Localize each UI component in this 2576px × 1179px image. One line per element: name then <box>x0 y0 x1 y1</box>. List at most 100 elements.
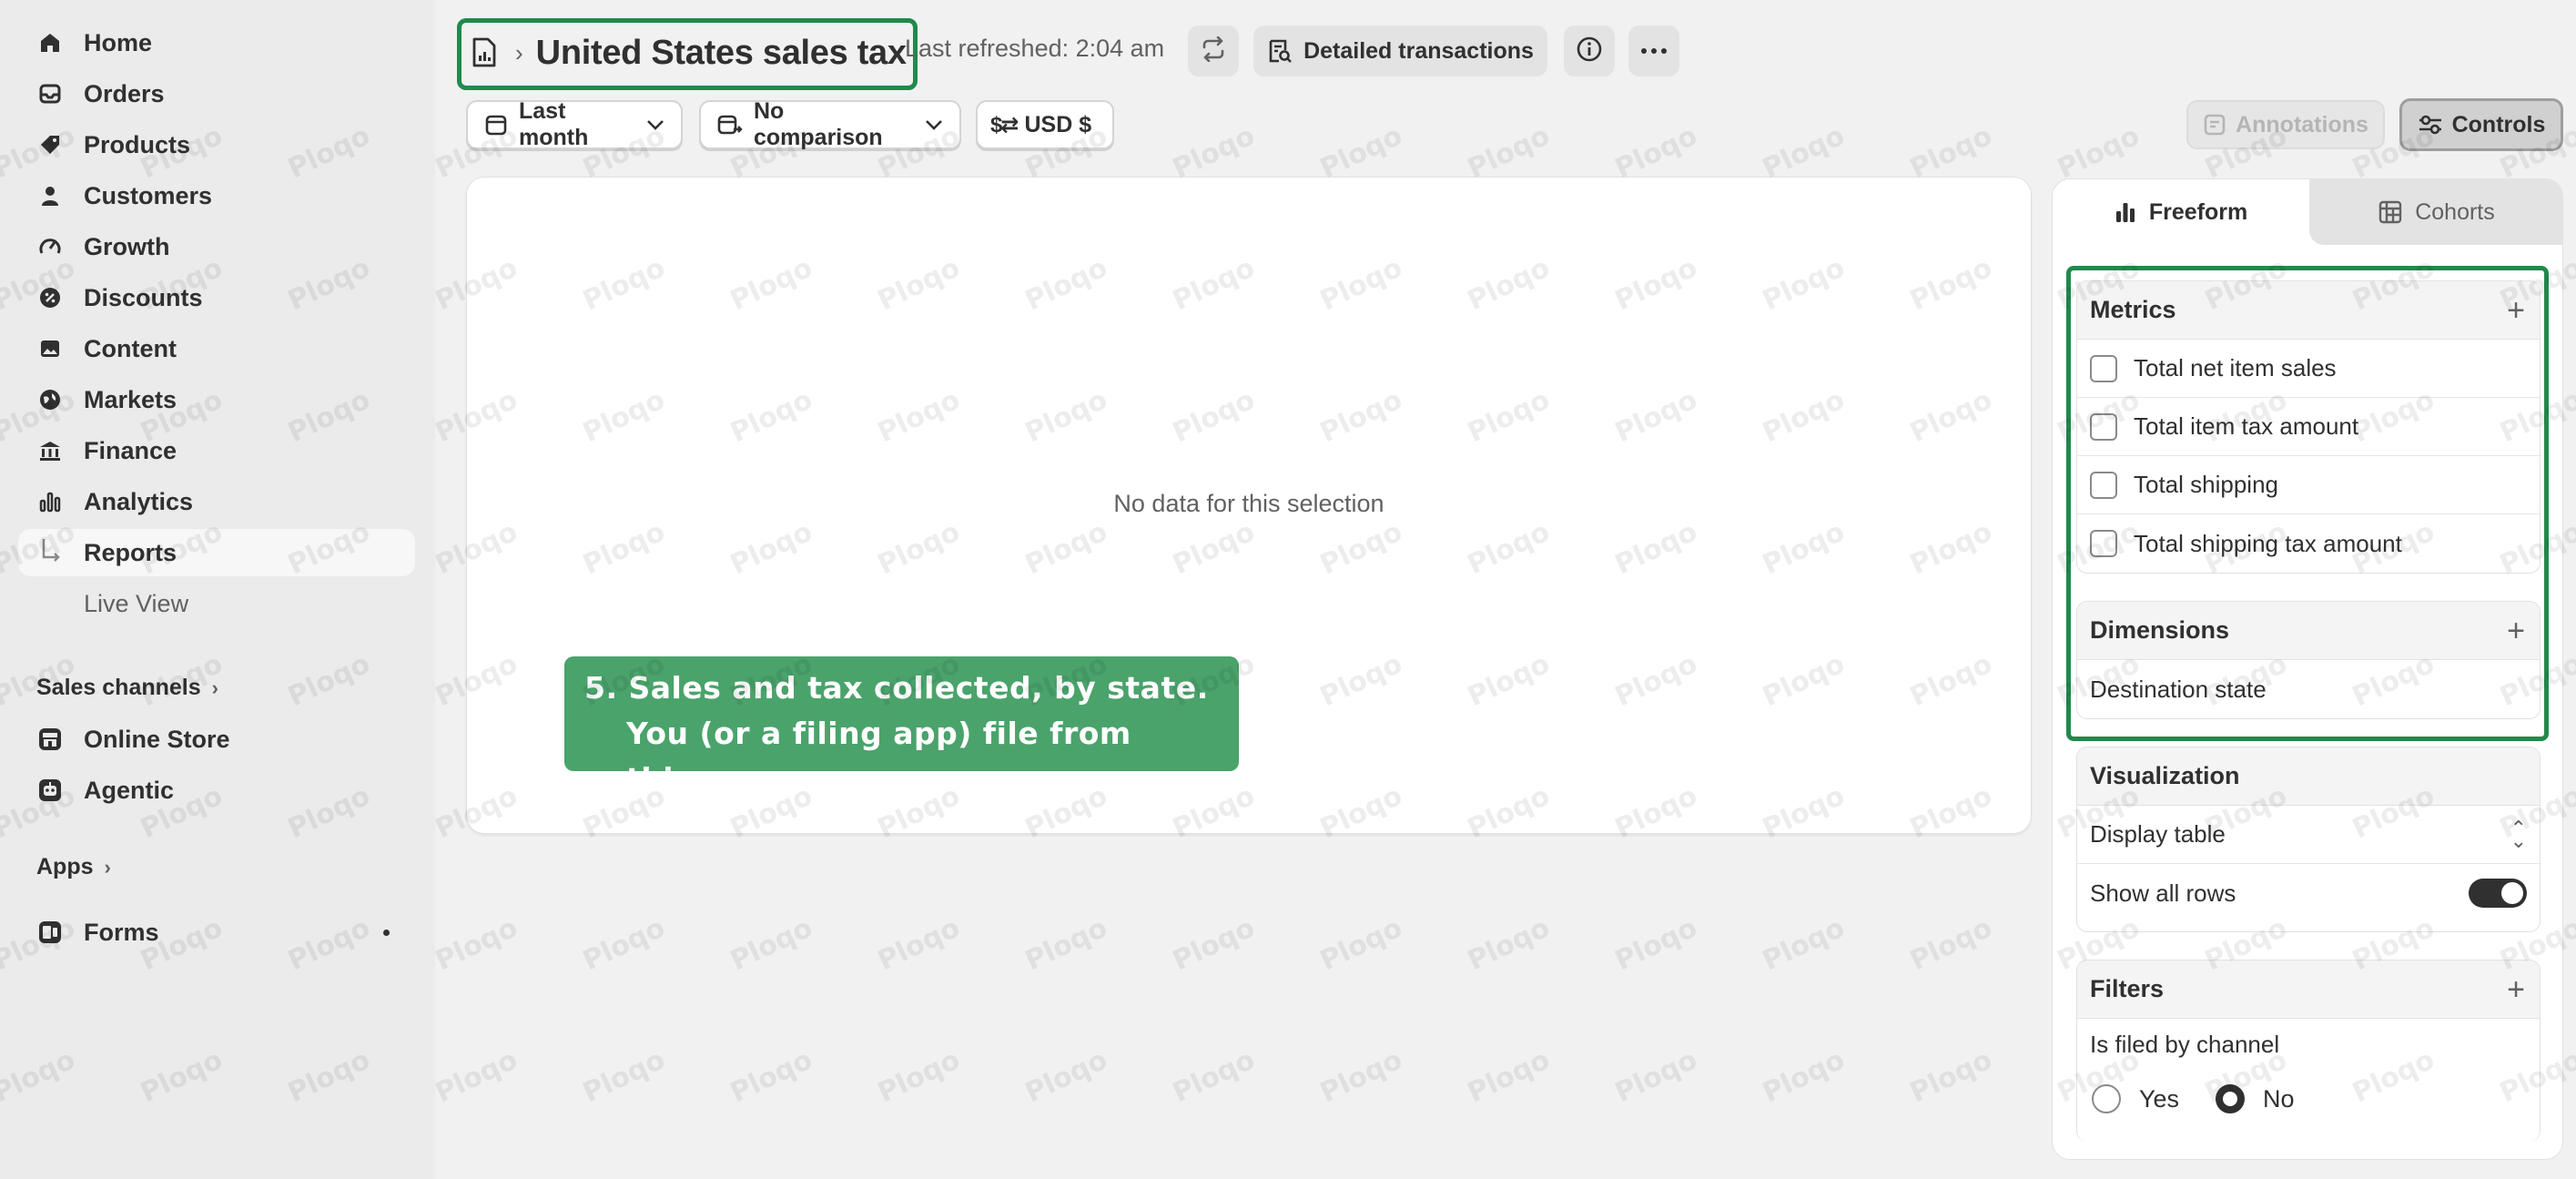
detailed-transactions-button[interactable]: Detailed transactions <box>1253 25 1547 76</box>
visualization-title: Visualization <box>2090 762 2240 789</box>
image-icon <box>36 335 64 362</box>
bar-chart-icon <box>2115 201 2136 223</box>
sidebar-item-growth[interactable]: Growth <box>18 223 415 270</box>
sidebar-item-reports[interactable]: Reports <box>18 529 415 576</box>
show-all-rows-toggle[interactable] <box>2469 879 2527 908</box>
sidebar-item-label: Analytics <box>84 487 194 515</box>
sidebar-item-label: Online Store <box>84 725 230 753</box>
sidebar-item-label: Markets <box>84 385 177 413</box>
sidebar-item-markets[interactable]: Markets <box>18 376 415 423</box>
sliders-icon <box>2418 114 2443 136</box>
sales-channels-header[interactable]: Sales channels › <box>36 675 218 701</box>
chevron-right-icon: › <box>211 676 218 699</box>
sidebar-item-label: Live View <box>84 589 189 617</box>
chevron-right-icon: › <box>104 855 111 879</box>
sidebar-item-label: Agentic <box>84 776 175 804</box>
add-filter-button[interactable]: + <box>2507 974 2525 1005</box>
metrics-section: Metrics + Total net item sales Total ite… <box>2076 280 2541 574</box>
ellipsis-icon <box>1640 43 1668 59</box>
sidebar-item-discounts[interactable]: Discounts <box>18 274 415 321</box>
tag-icon <box>36 131 64 158</box>
robot-icon <box>36 777 64 804</box>
sub-arrow-icon <box>36 539 64 566</box>
sidebar-item-label: Discounts <box>84 283 203 311</box>
sidebar-item-label: Orders <box>84 79 165 107</box>
more-actions-button[interactable] <box>1628 25 1679 76</box>
metric-checkbox[interactable] <box>2090 471 2117 499</box>
sidebar-item-label: Products <box>84 130 191 158</box>
currency-picker[interactable]: $⇄ USD $ <box>976 100 1114 149</box>
dimension-item[interactable]: Destination state <box>2077 660 2540 718</box>
store-icon <box>36 726 64 753</box>
calendar-compare-icon <box>717 113 743 137</box>
sidebar: Home Orders Products Customers Growth Di… <box>0 0 435 1179</box>
unread-dot <box>383 929 390 936</box>
gauge-icon <box>36 233 64 260</box>
breadcrumb: › United States sales tax <box>472 25 907 80</box>
metric-checkbox[interactable] <box>2090 354 2117 382</box>
dimensions-section: Dimensions + Destination state <box>2076 601 2541 719</box>
callout-line-1: 5. Sales and tax collected, by state. <box>584 670 1209 706</box>
add-metric-button[interactable]: + <box>2507 295 2525 326</box>
report-file-icon[interactable] <box>472 37 499 68</box>
sidebar-item-agentic[interactable]: Agentic <box>18 767 415 814</box>
comparison-picker[interactable]: No comparison <box>699 98 961 150</box>
sidebar-item-orders[interactable]: Orders <box>18 70 415 117</box>
filter-label: Is filed by channel <box>2090 1030 2280 1058</box>
discount-icon <box>36 284 64 311</box>
metric-item[interactable]: Total shipping tax amount <box>2077 514 2540 573</box>
metric-item[interactable]: Total item tax amount <box>2077 398 2540 456</box>
controls-button[interactable]: Controls <box>2399 98 2563 151</box>
refresh-button[interactable] <box>1188 25 1239 76</box>
inbox-icon <box>36 80 64 107</box>
bank-icon <box>36 437 64 464</box>
tab-cohorts[interactable]: Cohorts <box>2309 179 2562 245</box>
sidebar-item-products[interactable]: Products <box>18 121 415 168</box>
apps-header[interactable]: Apps › <box>36 854 111 880</box>
select-arrows-icon: ⌃ ⌄ <box>2510 817 2527 852</box>
callout-line-2: You (or a filing app) file from this. <box>626 716 1131 797</box>
sidebar-item-home[interactable]: Home <box>18 19 415 66</box>
metric-checkbox[interactable] <box>2090 530 2117 557</box>
visualization-section: Visualization Display table ⌃ ⌄ Show all … <box>2076 747 2541 932</box>
metric-checkbox[interactable] <box>2090 412 2117 441</box>
sidebar-item-label: Content <box>84 334 177 362</box>
sidebar-item-live-view[interactable]: Live View <box>18 580 415 627</box>
add-dimension-button[interactable]: + <box>2507 615 2525 646</box>
info-button[interactable] <box>1564 25 1615 76</box>
date-range-picker[interactable]: Last month <box>466 98 683 150</box>
grid-icon <box>2378 200 2402 224</box>
receipt-search-icon <box>1267 38 1293 64</box>
show-all-rows-row: Show all rows <box>2077 864 2540 922</box>
sidebar-item-forms[interactable]: Forms <box>18 909 415 956</box>
metric-item[interactable]: Total shipping <box>2077 456 2540 514</box>
sidebar-item-content[interactable]: Content <box>18 325 415 372</box>
radio-yes[interactable] <box>2092 1084 2121 1113</box>
metrics-title: Metrics <box>2090 296 2176 323</box>
sidebar-item-customers[interactable]: Customers <box>18 172 415 219</box>
currency-exchange-icon: $⇄ <box>990 112 1019 137</box>
info-icon <box>1576 36 1603 67</box>
dimensions-title: Dimensions <box>2090 616 2230 644</box>
tab-freeform[interactable]: Freeform <box>2053 179 2309 245</box>
sidebar-item-label: Home <box>84 28 153 56</box>
sidebar-item-label: Reports <box>84 538 177 566</box>
last-refreshed-text: Last refreshed: 2:04 am <box>905 35 1165 62</box>
radio-no[interactable] <box>2216 1084 2246 1113</box>
sidebar-item-label: Customers <box>84 181 213 209</box>
metric-item[interactable]: Total net item sales <box>2077 340 2540 398</box>
annotation-icon <box>2203 113 2226 137</box>
person-icon <box>36 182 64 209</box>
display-type-select[interactable]: Display table ⌃ ⌄ <box>2077 806 2540 864</box>
sidebar-item-finance[interactable]: Finance <box>18 427 415 474</box>
refresh-icon <box>1200 36 1227 66</box>
sidebar-item-label: Finance <box>84 436 177 464</box>
sidebar-item-online-store[interactable]: Online Store <box>18 716 415 763</box>
forms-icon <box>36 919 64 946</box>
filters-title: Filters <box>2090 975 2165 1002</box>
page-title: United States sales tax <box>535 33 907 72</box>
calendar-icon <box>484 113 508 137</box>
sidebar-item-analytics[interactable]: Analytics <box>18 478 415 525</box>
globe-icon <box>36 386 64 413</box>
annotations-button[interactable]: Annotations <box>2186 100 2385 149</box>
